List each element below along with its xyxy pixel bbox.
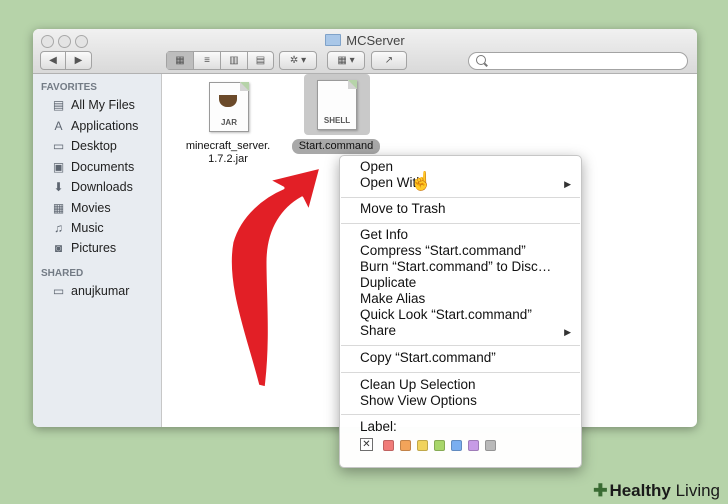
label-gray-swatch[interactable] xyxy=(485,440,496,451)
music-icon: ♫ xyxy=(54,221,63,235)
pictures-icon: ◙ xyxy=(54,241,63,255)
computer-icon: ▭ xyxy=(52,284,65,298)
sidebar-item-applications[interactable]: A Applications xyxy=(51,117,138,135)
action-menu-button[interactable]: ✲ ▾ xyxy=(279,51,317,70)
menu-separator xyxy=(341,372,580,373)
title-bar: MCServer ◀ ▶ ▦ ≡ ▥ ▤ ✲ ▾ ▦ ▾ ↗ xyxy=(33,29,697,74)
view-switcher: ▦ ≡ ▥ ▤ xyxy=(166,51,274,70)
label-purple-swatch[interactable] xyxy=(468,440,479,451)
back-button[interactable]: ◀ xyxy=(41,52,66,69)
pointer-hand-icon: ☝ xyxy=(410,171,433,191)
arrange-menu-button[interactable]: ▦ ▾ xyxy=(327,51,365,70)
sidebar-item-music[interactable]: ♫ Music xyxy=(51,219,104,237)
context-menu: Open Open With ▶ ☝ Move to Trash Get Inf… xyxy=(339,155,582,468)
menu-separator xyxy=(341,414,580,415)
downloads-icon: ⬇ xyxy=(53,180,64,194)
menu-separator xyxy=(341,345,580,346)
shared-heading: SHARED xyxy=(41,268,84,279)
menu-item-copy[interactable]: Copy “Start.command” xyxy=(360,350,496,366)
file-name: Start.command xyxy=(292,139,380,154)
sidebar-item-movies[interactable]: ▦ Movies xyxy=(51,199,111,217)
menu-item-open[interactable]: Open xyxy=(360,159,393,175)
documents-icon: ▣ xyxy=(52,160,65,174)
menu-item-make-alias[interactable]: Make Alias xyxy=(360,291,425,307)
label-orange-swatch[interactable] xyxy=(400,440,411,451)
menu-separator xyxy=(341,197,580,198)
label-none-button[interactable]: ✕ xyxy=(360,438,373,451)
all-files-icon: ▤ xyxy=(52,98,65,112)
sidebar-item-anujkumar[interactable]: ▭ anujkumar xyxy=(51,282,130,300)
icon-view-button[interactable]: ▦ xyxy=(167,52,194,69)
jar-tag: JAR xyxy=(220,118,237,127)
label-yellow-swatch[interactable] xyxy=(417,440,428,451)
menu-item-clean-up-selection[interactable]: Clean Up Selection xyxy=(360,377,476,393)
sidebar-item-all-my-files[interactable]: ▤ All My Files xyxy=(51,96,135,114)
menu-item-quick-look[interactable]: Quick Look “Start.command” xyxy=(360,307,532,323)
jar-file-icon: JAR xyxy=(209,82,249,132)
forward-button[interactable]: ▶ xyxy=(66,52,91,69)
cover-flow-button[interactable]: ▤ xyxy=(248,52,273,69)
watermark: ✚ Healthy Living xyxy=(593,481,720,500)
menu-item-get-info[interactable]: Get Info xyxy=(360,227,408,243)
favorites-heading: FAVORITES xyxy=(41,82,97,93)
share-button[interactable]: ↗ xyxy=(371,51,407,70)
coffee-cup-icon xyxy=(219,95,237,107)
folder-icon xyxy=(325,34,342,46)
search-input[interactable] xyxy=(468,52,688,70)
window-title: MCServer xyxy=(33,33,697,48)
sidebar-item-documents[interactable]: ▣ Documents xyxy=(51,158,134,176)
applications-icon: A xyxy=(54,119,63,133)
movies-icon: ▦ xyxy=(52,201,65,215)
sidebar: FAVORITES ▤ All My Files A Applications ▭ D… xyxy=(33,74,162,427)
sidebar-item-desktop[interactable]: ▭ Desktop xyxy=(51,137,117,155)
submenu-arrow-icon: ▶ xyxy=(564,179,571,189)
submenu-arrow-icon: ▶ xyxy=(564,327,571,337)
label-green-swatch[interactable] xyxy=(434,440,445,451)
column-view-button[interactable]: ▥ xyxy=(221,52,248,69)
menu-item-show-view-options[interactable]: Show View Options xyxy=(360,393,477,409)
nav-buttons: ◀ ▶ xyxy=(40,51,92,70)
menu-item-open-with[interactable]: Open With xyxy=(360,175,561,191)
menu-item-duplicate[interactable]: Duplicate xyxy=(360,275,416,291)
menu-item-share[interactable]: Share xyxy=(360,323,396,339)
label-red-swatch[interactable] xyxy=(383,440,394,451)
menu-item-burn[interactable]: Burn “Start.command” to Disc… xyxy=(360,259,551,275)
shell-tag: SHELL xyxy=(323,116,351,125)
file-name: minecraft_server. 1.7.2.jar xyxy=(185,140,271,165)
sidebar-item-downloads[interactable]: ⬇ Downloads xyxy=(51,178,132,196)
label-blue-swatch[interactable] xyxy=(451,440,462,451)
menu-item-move-to-trash[interactable]: Move to Trash xyxy=(360,201,446,217)
plus-icon: ✚ xyxy=(593,481,608,500)
desktop-icon: ▭ xyxy=(52,139,65,153)
label-heading: Label: xyxy=(360,419,397,434)
menu-item-compress[interactable]: Compress “Start.command” xyxy=(360,243,526,259)
sidebar-item-pictures[interactable]: ◙ Pictures xyxy=(51,239,116,257)
search-icon xyxy=(476,55,486,65)
shell-file-icon: SHELL xyxy=(317,80,357,130)
list-view-button[interactable]: ≡ xyxy=(194,52,221,69)
menu-separator xyxy=(341,223,580,224)
